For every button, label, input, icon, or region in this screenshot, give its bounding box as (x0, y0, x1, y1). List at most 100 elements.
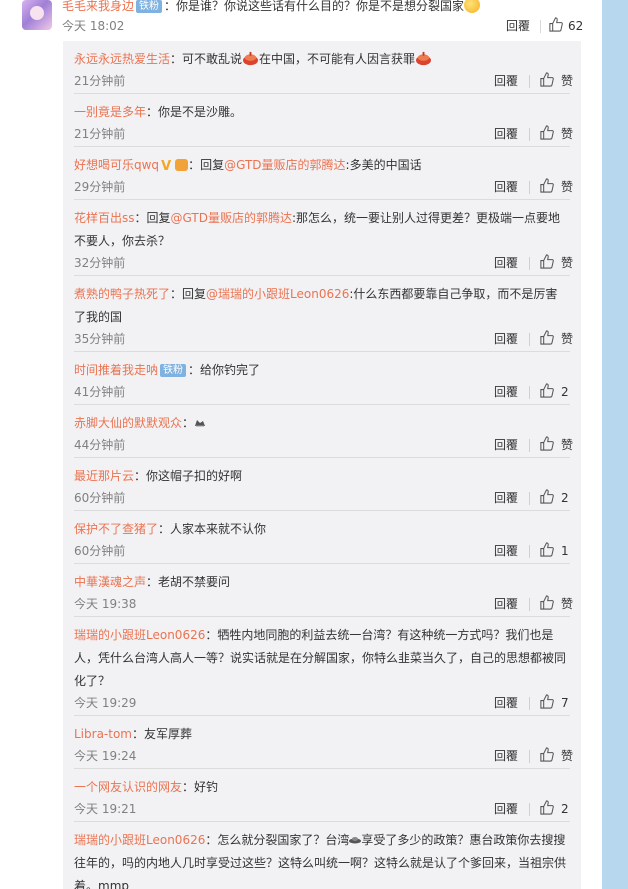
reply-button[interactable]: 回覆 (494, 179, 518, 195)
reply-button[interactable]: 回覆 (494, 384, 518, 400)
thumbs-up-icon[interactable] (539, 595, 554, 610)
reply-footer: 29分钟前 回覆 赞 (74, 177, 581, 197)
like-count: 赞 (561, 438, 574, 452)
reply-text: 永远永远热爱生活：可不敢乱说 在中国，不可能有人因言获罪 (74, 48, 568, 71)
like-count: 赞 (561, 74, 574, 88)
list-item: 瑞瑞的小跟班Leon0626：怎么就分裂国家了？台湾 享受了多少的政策？惠台政策你… (63, 822, 581, 889)
reply-button[interactable]: 回覆 (494, 437, 518, 453)
username-link[interactable]: 一个网友认识的网友 (74, 780, 182, 794)
list-item: 中華漢魂之声：老胡不禁要问 今天 19:38 回覆 赞 (63, 564, 581, 617)
username-link[interactable]: Libra-tom (74, 727, 132, 741)
username-link[interactable]: 最近那片云 (74, 469, 134, 483)
like-count: 赞 (561, 256, 574, 270)
like-count: 2 (561, 491, 569, 505)
username-link[interactable]: 永远永远热爱生活 (74, 52, 170, 66)
reply-content: ： (182, 416, 195, 430)
v-verified-icon: V (161, 159, 172, 174)
reply-content: ：回复 (134, 211, 171, 225)
reply-content: ：你是不是沙雕。 (146, 105, 243, 119)
reply-content: ：好钓 (182, 780, 219, 794)
like-count: 1 (561, 544, 569, 558)
reply-content: ：回复 (188, 158, 225, 172)
like-count: 赞 (561, 749, 574, 763)
reply-button[interactable]: 回覆 (506, 18, 530, 34)
like-count: 2 (561, 385, 569, 399)
username-link[interactable]: 毛毛来我身边 (62, 0, 134, 13)
reply-button[interactable]: 回覆 (494, 695, 518, 711)
reply-time: 60分钟前 (74, 544, 126, 558)
list-item: 永远永远热爱生活：可不敢乱说 在中国，不可能有人因言获罪 21分钟前 回覆 赞 (63, 41, 581, 94)
divider (529, 386, 530, 399)
username-link[interactable]: 一别竟是多年 (74, 105, 146, 119)
top-comment: 毛毛来我身边 铁粉 ：你是谁？你说这些话有什么目的？你是不是想分裂国家 今天 18:… (0, 0, 602, 42)
mention-link[interactable]: @GTD量贩店的郭腾达 (224, 158, 345, 172)
thumbs-up-icon[interactable] (539, 800, 554, 815)
reply-content: ：老胡不禁要问 (146, 575, 231, 589)
reply-text: 好想喝可乐qwq V ：回复@GTD量贩店的郭腾达:多美的中国话 (74, 154, 568, 177)
username-link[interactable]: 花样百出ss (74, 211, 135, 225)
reply-list: 永远永远热爱生活：可不敢乱说 在中国，不可能有人因言获罪 21分钟前 回覆 赞 一… (63, 41, 581, 889)
reply-content: ：人家本来就不认你 (158, 522, 267, 536)
reply-text: 瑞瑞的小跟班Leon0626：怎么就分裂国家了？台湾 享受了多少的政策？惠台政策你… (74, 829, 568, 889)
thumbs-up-icon[interactable] (539, 694, 554, 709)
divider (529, 333, 530, 346)
reply-button[interactable]: 回覆 (494, 331, 518, 347)
reply-button[interactable]: 回覆 (494, 596, 518, 612)
thumbs-up-icon[interactable] (539, 747, 554, 762)
username-link[interactable]: 煮熟的鸭子热死了 (74, 287, 170, 301)
list-item: 花样百出ss：回复@GTD量贩店的郭腾达:那怎么，统一要让别人过得更差？更极端一… (63, 200, 581, 276)
thumbs-up-icon[interactable] (548, 17, 563, 32)
reply-content: 在中国，不可能有人因言获罪 (259, 52, 416, 66)
reply-button[interactable]: 回覆 (494, 73, 518, 89)
username-link[interactable]: 瑞瑞的小跟班Leon0626 (74, 628, 205, 642)
reply-button[interactable]: 回覆 (494, 801, 518, 817)
reply-footer: 21分钟前 回覆 赞 (74, 124, 581, 144)
thumbs-up-icon[interactable] (539, 125, 554, 140)
list-item: 一个网友认识的网友：好钓 今天 19:21 回覆 2 (63, 769, 581, 822)
thumbs-up-icon[interactable] (539, 383, 554, 398)
reply-time: 今天 19:38 (74, 597, 137, 611)
username-link[interactable]: 保护不了查猪了 (74, 522, 158, 536)
mention-link[interactable]: @GTD量贩店的郭腾达 (171, 211, 292, 225)
grimace-emoji-icon (464, 0, 481, 13)
reply-footer: 今天 19:38 回覆 赞 (74, 594, 581, 614)
reply-time: 今天 19:29 (74, 696, 137, 710)
divider (529, 598, 530, 611)
thumbs-up-icon[interactable] (539, 436, 554, 451)
reply-footer: 60分钟前 回覆 2 (74, 488, 581, 508)
reply-button[interactable]: 回覆 (494, 490, 518, 506)
list-item: 一别竟是多年：你是不是沙雕。 21分钟前 回覆 赞 (63, 94, 581, 147)
reply-time: 32分钟前 (74, 256, 126, 270)
reply-footer: 35分钟前 回覆 赞 (74, 329, 581, 349)
reply-time: 44分钟前 (74, 438, 126, 452)
reply-time: 41分钟前 (74, 385, 126, 399)
member-icon (175, 159, 189, 171)
username-link[interactable]: 中華漢魂之声 (74, 575, 146, 589)
reply-footer: 32分钟前 回覆 赞 (74, 253, 581, 273)
like-count: 赞 (561, 332, 574, 346)
username-link[interactable]: 赤脚大仙的默默观众 (74, 416, 182, 430)
thumbs-up-icon[interactable] (539, 178, 554, 193)
mention-link[interactable]: @瑞瑞的小跟班Leon0626 (206, 287, 349, 301)
thumbs-up-icon[interactable] (539, 254, 554, 269)
reply-button[interactable]: 回覆 (494, 126, 518, 142)
reply-button[interactable]: 回覆 (494, 543, 518, 559)
list-item: 好想喝可乐qwq V ：回复@GTD量贩店的郭腾达:多美的中国话 29分钟前 回覆 … (63, 147, 581, 200)
divider (529, 545, 530, 558)
like-count: 赞 (561, 127, 574, 141)
thumbs-up-icon[interactable] (539, 72, 554, 87)
thumbs-up-icon[interactable] (539, 330, 554, 345)
thumbs-up-icon[interactable] (539, 489, 554, 504)
hat-emoji-icon (195, 420, 206, 427)
reply-content: :多美的中国话 (345, 158, 422, 172)
reply-button[interactable]: 回覆 (494, 748, 518, 764)
reply-time: 60分钟前 (74, 491, 126, 505)
username-link[interactable]: 时间推着我走呐 (74, 363, 158, 377)
avatar-face (30, 6, 44, 20)
reply-footer: 41分钟前 回覆 2 (74, 382, 581, 402)
username-link[interactable]: 瑞瑞的小跟班Leon0626 (74, 833, 205, 847)
avatar[interactable] (22, 0, 52, 30)
thumbs-up-icon[interactable] (539, 542, 554, 557)
reply-button[interactable]: 回覆 (494, 255, 518, 271)
username-link[interactable]: 好想喝可乐qwq (74, 158, 159, 172)
